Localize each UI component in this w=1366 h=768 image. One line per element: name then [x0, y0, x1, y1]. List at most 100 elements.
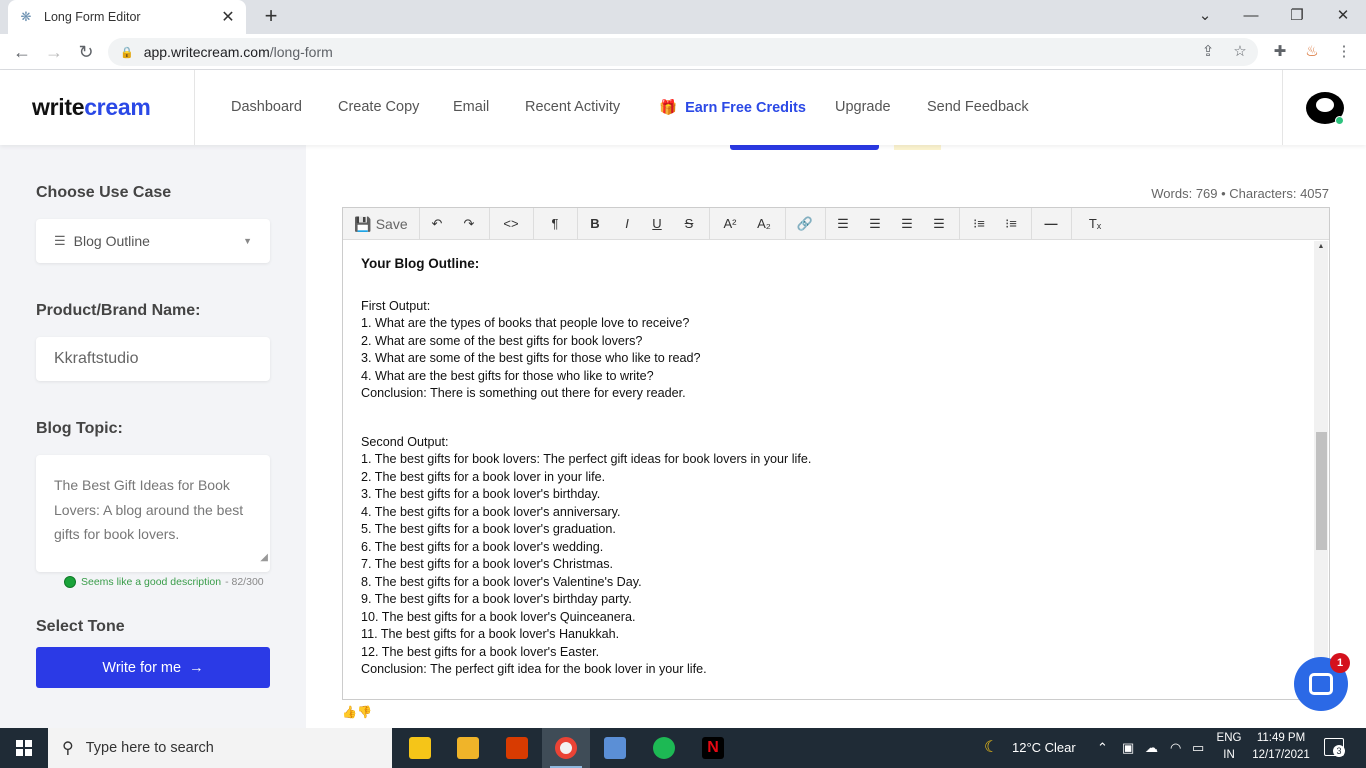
- sticky-notes-icon: [409, 737, 431, 759]
- generate-button-partial[interactable]: [730, 145, 879, 150]
- minimize-icon[interactable]: —: [1228, 0, 1274, 34]
- notifications-icon[interactable]: 3: [1324, 738, 1345, 757]
- write-for-me-button[interactable]: Write for me →: [36, 647, 270, 688]
- file-explorer-app[interactable]: [444, 728, 492, 768]
- notification-count: 3: [1333, 745, 1345, 757]
- writecream-logo[interactable]: writecream: [32, 94, 151, 121]
- outline-line: First Output:: [361, 298, 431, 313]
- avatar[interactable]: [1306, 92, 1344, 125]
- thumbs-down-icon[interactable]: 👎: [357, 705, 372, 719]
- extensions-icon[interactable]: ✚: [1268, 40, 1292, 64]
- nav-send-feedback[interactable]: Send Feedback: [927, 99, 1029, 115]
- char-count: - 82/300: [225, 576, 264, 588]
- use-case-select[interactable]: ☰ Blog Outline ▼: [36, 219, 270, 263]
- chrome-menu-icon[interactable]: ⋮: [1332, 40, 1356, 64]
- link-icon[interactable]: 🔗: [791, 208, 819, 240]
- chrome-app[interactable]: [542, 728, 590, 768]
- code-view-icon[interactable]: <>: [497, 208, 525, 240]
- outline-line: 2. The best gifts for a book lover in yo…: [361, 469, 606, 484]
- profile-extension-icon[interactable]: ♨: [1300, 40, 1324, 64]
- restore-icon[interactable]: ❐: [1274, 0, 1320, 34]
- first-output: First Output: 1. What are the types of b…: [361, 298, 1295, 403]
- sticky-notes-app[interactable]: [396, 728, 444, 768]
- back-icon[interactable]: ←: [10, 40, 34, 64]
- bookmark-star-icon[interactable]: ☆: [1228, 40, 1252, 64]
- taskbar-search[interactable]: ⚲ Type here to search: [48, 728, 392, 768]
- url-path: /long-form: [269, 44, 333, 60]
- align-right-icon[interactable]: ☰: [895, 208, 919, 240]
- scroll-up-icon[interactable]: ▲: [1314, 243, 1328, 255]
- strikethrough-icon[interactable]: S: [677, 208, 701, 240]
- outline-line: 7. The best gifts for a book lover's Chr…: [361, 557, 614, 571]
- divider: [1282, 70, 1283, 145]
- forward-icon[interactable]: →: [42, 40, 66, 64]
- paragraph-format-icon[interactable]: ¶: [541, 208, 569, 240]
- nav-upgrade[interactable]: Upgrade: [835, 99, 891, 115]
- brand-name-input[interactable]: Kkraftstudio: [36, 337, 270, 381]
- chevron-up-icon[interactable]: ⌃: [1097, 728, 1108, 768]
- clock-date[interactable]: 12/17/2021: [1248, 749, 1314, 761]
- tab-search-icon[interactable]: ⌄: [1182, 0, 1228, 34]
- outline-line: 2. What are some of the best gifts for b…: [361, 333, 643, 348]
- nav-earn-free-credits[interactable]: 🎁 Earn Free Credits: [659, 99, 806, 116]
- online-status-dot: [1335, 116, 1344, 125]
- nav-recent-activity[interactable]: Recent Activity: [525, 99, 620, 115]
- chat-launcher[interactable]: 1: [1294, 653, 1350, 711]
- blog-topic-label: Blog Topic:: [36, 420, 123, 437]
- nav-dashboard[interactable]: Dashboard: [231, 99, 302, 115]
- thumbs-up-icon[interactable]: 👍: [342, 705, 357, 719]
- editor-content[interactable]: Your Blog Outline: First Output: 1. What…: [343, 241, 1313, 699]
- close-window-icon[interactable]: ✕: [1320, 0, 1366, 34]
- meet-icon[interactable]: ▣: [1122, 728, 1134, 768]
- subscript-icon[interactable]: A₂: [751, 208, 777, 240]
- onedrive-icon[interactable]: ☁: [1145, 728, 1158, 768]
- language-bottom[interactable]: IN: [1214, 749, 1244, 761]
- redo-icon[interactable]: ↷: [457, 208, 481, 240]
- editor-scrollbar[interactable]: ▲: [1314, 241, 1328, 699]
- description-status: Seems like a good description - 82/300: [64, 576, 264, 588]
- scroll-thumb[interactable]: [1316, 432, 1327, 550]
- superscript-icon[interactable]: A²: [717, 208, 743, 240]
- save-button[interactable]: 💾 Save: [353, 208, 409, 240]
- editor-area: Words: 769 • Characters: 4057 💾 Save ↶ ↷…: [306, 145, 1366, 728]
- close-tab-icon[interactable]: ✕: [220, 7, 236, 27]
- url-input[interactable]: 🔒 app.writecream.com/long-form: [108, 38, 1258, 66]
- calculator-app[interactable]: [591, 728, 639, 768]
- start-button[interactable]: [0, 728, 48, 768]
- align-justify-icon[interactable]: ☰: [927, 208, 951, 240]
- outline-line: 5. The best gifts for a book lover's gra…: [361, 522, 616, 536]
- align-left-icon[interactable]: ☰: [831, 208, 855, 240]
- browser-tab[interactable]: ❋ Long Form Editor ✕: [8, 0, 246, 34]
- clock-time[interactable]: 11:49 PM: [1248, 732, 1314, 744]
- align-center-icon[interactable]: ☰: [863, 208, 887, 240]
- secondary-button-partial[interactable]: [894, 145, 941, 150]
- office-app[interactable]: [493, 728, 541, 768]
- new-tab-icon[interactable]: +: [258, 4, 284, 30]
- clear-formatting-icon[interactable]: Tₓ: [1083, 208, 1107, 240]
- battery-icon[interactable]: ▭: [1192, 728, 1204, 768]
- app-header: writecream Dashboard Create Copy Email R…: [0, 70, 1366, 145]
- blog-topic-textarea[interactable]: The Best Gift Ideas for Book Lovers: A b…: [36, 455, 270, 572]
- bullet-list-icon[interactable]: ⁝≡: [967, 208, 991, 240]
- italic-icon[interactable]: I: [615, 208, 639, 240]
- nav-create-copy[interactable]: Create Copy: [338, 99, 419, 115]
- horizontal-line-icon[interactable]: —: [1039, 208, 1063, 240]
- outline-line: 3. The best gifts for a book lover's bir…: [361, 487, 601, 501]
- weather-text[interactable]: 12°C Clear: [1012, 728, 1076, 768]
- underline-icon[interactable]: U: [645, 208, 669, 240]
- undo-icon[interactable]: ↶: [425, 208, 449, 240]
- chat-icon: [1309, 673, 1333, 695]
- share-icon[interactable]: ⇪: [1196, 40, 1220, 64]
- wifi-icon[interactable]: ◠: [1170, 728, 1181, 768]
- lock-icon: 🔒: [120, 46, 134, 59]
- outline-line: 4. What are the best gifts for those who…: [361, 368, 654, 383]
- spotify-app[interactable]: [640, 728, 688, 768]
- reload-icon[interactable]: ↻: [74, 40, 98, 64]
- resize-handle-icon[interactable]: ◢: [260, 546, 268, 571]
- nav-email[interactable]: Email: [453, 99, 489, 115]
- netflix-app[interactable]: N: [689, 728, 737, 768]
- bold-icon[interactable]: B: [583, 208, 607, 240]
- netflix-icon: N: [702, 737, 724, 759]
- language-top[interactable]: ENG: [1214, 732, 1244, 744]
- numbered-list-icon[interactable]: ⁝≡: [999, 208, 1023, 240]
